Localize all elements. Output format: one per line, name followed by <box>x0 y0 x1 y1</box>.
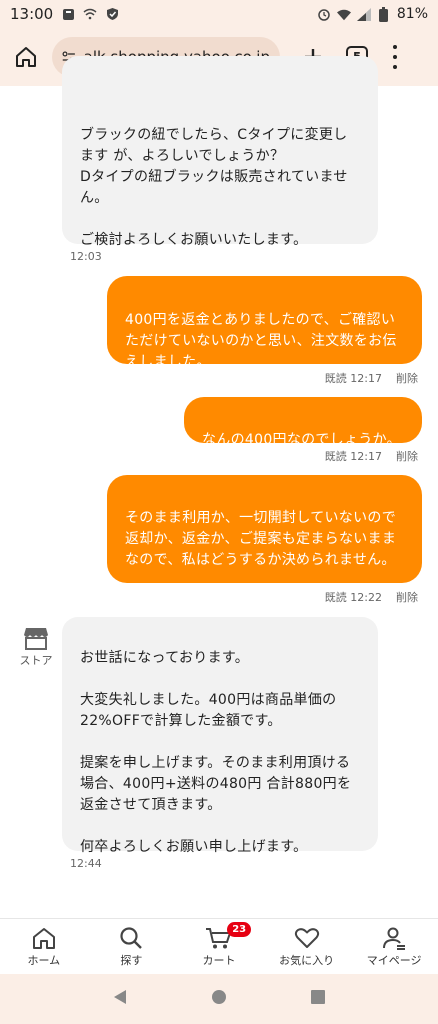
message-meta: 既読 12:17 削除 <box>325 448 418 464</box>
read-status: 既読 12:17 <box>324 450 382 463</box>
search-icon <box>120 926 143 949</box>
store-avatar: ストア <box>16 626 56 668</box>
user-message: なんの400円なのでしょうか。 <box>184 397 422 448</box>
read-status: 既読 12:17 <box>324 372 382 385</box>
nav-search-label: 探す <box>120 953 143 967</box>
nav-favorites-label: お気に入り <box>279 953 335 967</box>
home-nav-button[interactable] <box>211 989 227 1009</box>
store-message: ブラックの紐でしたら、Cタイプに変更します が、よろしいでしょうか？ Dタイプの… <box>62 56 378 248</box>
nav-search[interactable]: 探す <box>88 919 176 974</box>
delete-link[interactable]: 削除 <box>396 589 418 605</box>
system-navigation-bar <box>0 974 438 1024</box>
nav-cart[interactable]: 23 カート <box>175 919 263 974</box>
home-icon <box>16 47 36 67</box>
message-meta: 既読 12:17 削除 <box>325 370 418 386</box>
wifi-icon <box>336 7 351 21</box>
message-meta: 既読 12:22 削除 <box>325 589 418 605</box>
wifi-off-icon <box>83 7 97 21</box>
signal-icon <box>356 7 371 21</box>
home-button[interactable] <box>10 41 42 73</box>
nav-favorites[interactable]: お気に入り <box>263 919 351 974</box>
delete-link[interactable]: 削除 <box>396 370 418 386</box>
status-bar: 13:00 81% <box>0 0 438 28</box>
bottom-navigation: ホーム 探す 23 カート お気に入り マイページ <box>0 918 438 974</box>
nav-cart-label: カート <box>202 953 236 967</box>
message-text: 400円を返金とありましたので、ご確認いただけていないのかと思い、注文数をお伝え… <box>125 312 397 370</box>
menu-dot-icon <box>393 55 397 59</box>
heart-icon <box>294 927 319 948</box>
message-text: お世話になっております。 大変失礼しました。400円は商品単価の22%OFFで計… <box>80 650 352 855</box>
recents-button[interactable] <box>310 989 326 1009</box>
alarm-icon <box>317 7 331 21</box>
message-text: なんの400円なのでしょうか。 <box>202 432 401 448</box>
delete-link[interactable]: 削除 <box>396 448 418 464</box>
store-message: お世話になっております。 大変失礼しました。400円は商品単価の22%OFFで計… <box>62 617 378 855</box>
home-icon <box>32 927 55 949</box>
store-icon <box>24 628 48 650</box>
battery-icon <box>377 6 391 22</box>
shield-icon <box>105 7 119 21</box>
nav-home[interactable]: ホーム <box>0 919 88 974</box>
menu-dot-icon <box>393 65 397 69</box>
chat-thread[interactable]: ブラックの紐でしたら、Cタイプに変更します が、よろしいでしょうか？ Dタイプの… <box>0 56 438 918</box>
message-text: そのまま利用か、一切開封していないので返却か、返金か、ご提案も定まらないままなの… <box>125 510 397 568</box>
notification-icon <box>61 7 75 21</box>
nav-mypage-label: マイページ <box>366 953 422 967</box>
overflow-menu-button[interactable] <box>390 45 400 69</box>
nav-home-label: ホーム <box>27 953 61 967</box>
cart-badge: 23 <box>227 922 252 937</box>
store-label: ストア <box>19 654 53 667</box>
message-text: ブラックの紐でしたら、Cタイプに変更します が、よろしいでしょうか？ Dタイプの… <box>80 127 348 248</box>
battery-level: 81% <box>396 6 428 22</box>
read-status: 既読 12:22 <box>324 591 382 604</box>
back-triangle-icon <box>113 990 126 1004</box>
nav-mypage[interactable]: マイページ <box>350 919 438 974</box>
user-icon <box>383 927 406 950</box>
message-time: 12:44 <box>70 857 102 870</box>
user-message: 400円を返金とありましたので、ご確認いただけていないのかと思い、注文数をお伝え… <box>107 276 422 370</box>
menu-dot-icon <box>393 45 397 49</box>
back-button[interactable] <box>112 989 128 1009</box>
user-message: そのまま利用か、一切開封していないので返却か、返金か、ご提案も定まらないままなの… <box>107 475 422 583</box>
message-time: 12:03 <box>70 250 102 263</box>
status-time: 13:00 <box>10 5 54 23</box>
recents-square-icon <box>311 990 326 1004</box>
home-circle-icon <box>211 990 226 1004</box>
